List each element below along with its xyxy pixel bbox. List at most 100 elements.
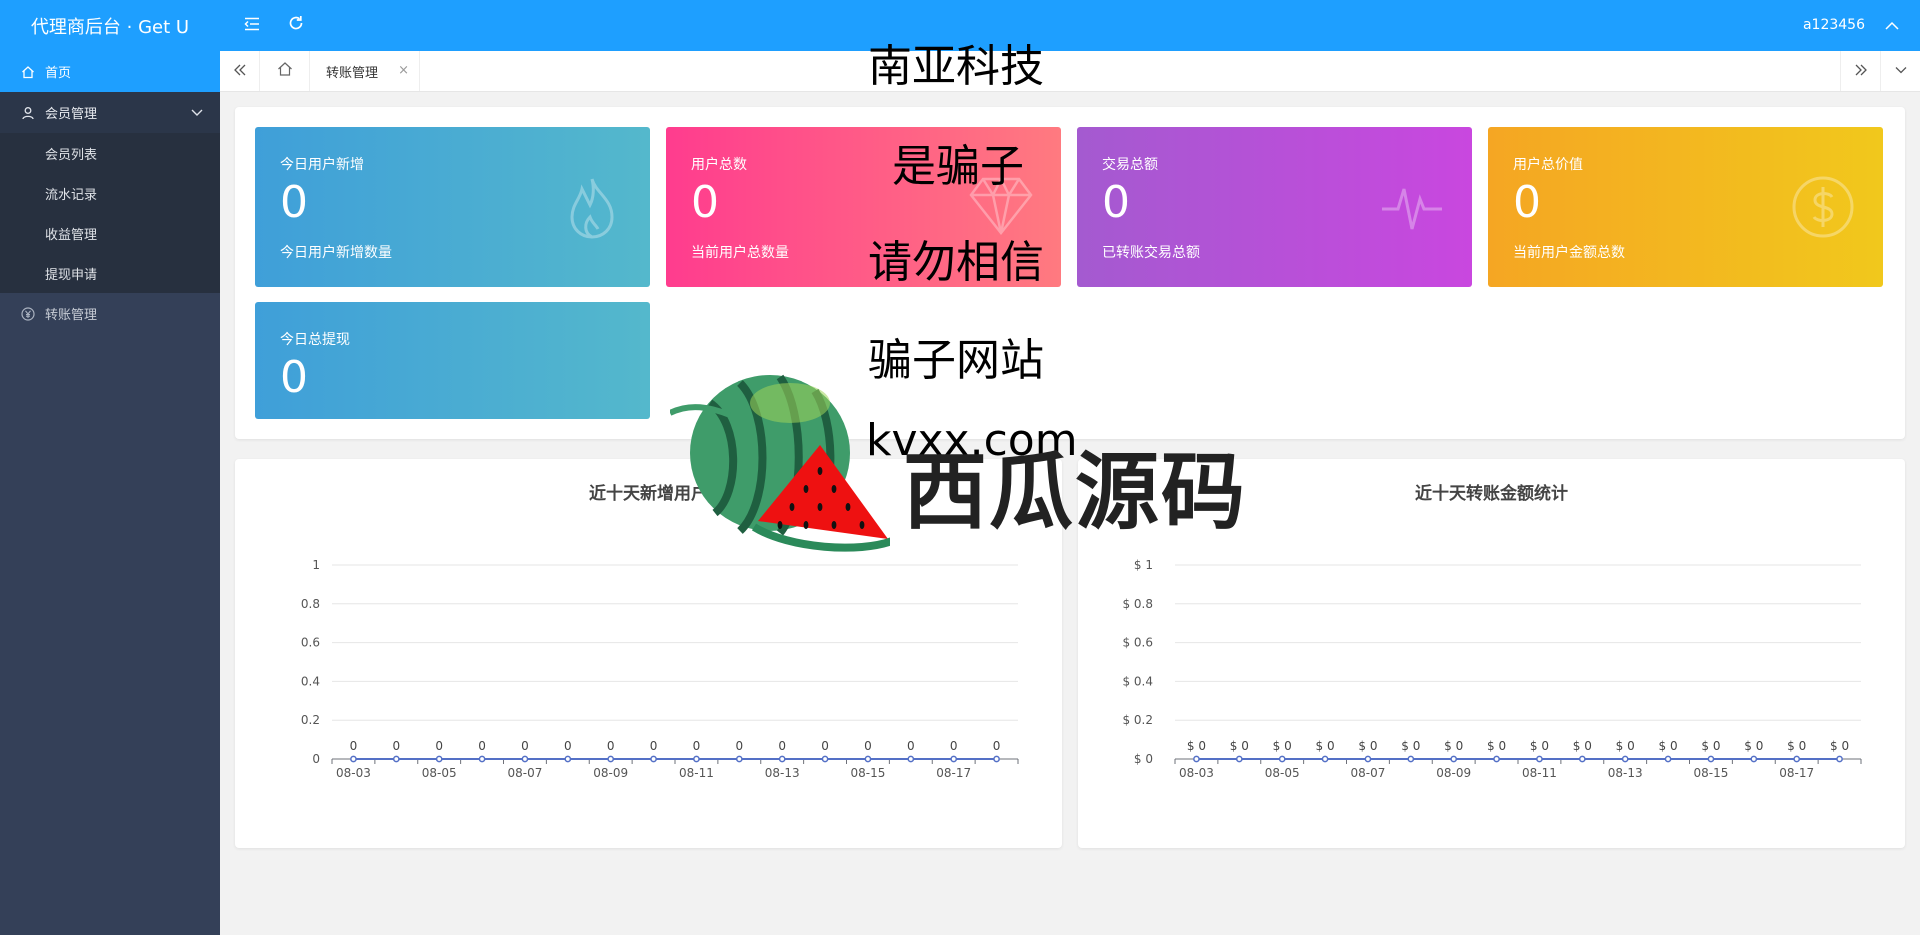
x-tick-label: 08-15: [851, 766, 886, 780]
data-label: 0: [735, 739, 743, 753]
data-point: [1707, 755, 1715, 763]
data-label: 0: [993, 739, 1001, 753]
data-label: 0: [392, 739, 400, 753]
data-label: $ 0: [1401, 739, 1420, 753]
data-point: [1278, 755, 1286, 763]
refresh-button[interactable]: [284, 13, 308, 37]
tab-home[interactable]: [260, 51, 310, 91]
stat-value: 0: [280, 352, 308, 403]
chevron-up-icon[interactable]: [1884, 18, 1900, 37]
data-label: 0: [478, 739, 486, 753]
data-label: $ 0: [1573, 739, 1592, 753]
data-label: $ 0: [1230, 739, 1249, 753]
data-label: 0: [435, 739, 443, 753]
chevron-down-icon: [1894, 62, 1908, 81]
data-point: [950, 755, 958, 763]
data-label: 0: [650, 739, 658, 753]
data-label: $ 0: [1830, 739, 1849, 753]
data-point: [478, 755, 486, 763]
data-label: $ 0: [1358, 739, 1377, 753]
stat-subtitle: 今日用户新增数量: [280, 245, 392, 261]
data-label: $ 0: [1616, 739, 1635, 753]
chevron-down-icon: [190, 105, 204, 123]
sidebar-item-members[interactable]: 会员管理: [0, 92, 220, 133]
tabs-scroll-right-button[interactable]: [1840, 51, 1880, 91]
x-tick-label: 08-11: [679, 766, 714, 780]
stat-subtitle: 当前用户金额总数: [1513, 245, 1625, 261]
stats-panel: 今日用户新增 0 今日用户新增数量 用户总数 0 当前用户总数量 交易总额 0 …: [235, 107, 1905, 439]
yen-icon: [20, 306, 36, 322]
y-tick-label: 0.4: [301, 674, 320, 688]
data-point: [1793, 755, 1801, 763]
stat-label: 交易总额: [1102, 157, 1158, 173]
x-tick-label: 08-07: [1351, 766, 1386, 780]
stat-card-transaction-total: 交易总额 0 已转账交易总额: [1077, 127, 1472, 287]
data-label: $ 0: [1701, 739, 1720, 753]
sidebar-subitem-member-list[interactable]: 会员列表: [0, 133, 220, 173]
data-label: $ 0: [1316, 739, 1335, 753]
tabs-scroll-left-button[interactable]: [220, 51, 260, 91]
y-tick-label: $ 0.6: [1122, 636, 1153, 650]
tab-label: 转账管理: [326, 65, 379, 81]
data-point: [1536, 755, 1543, 763]
data-point: [821, 755, 829, 763]
data-label: 0: [950, 739, 958, 753]
data-point: [1450, 755, 1458, 763]
data-point: [1664, 755, 1672, 763]
data-point: [435, 755, 443, 763]
data-point: [650, 755, 657, 763]
app-brand[interactable]: 代理商后台 · Get U: [0, 0, 220, 51]
y-tick-label: $ 0.4: [1122, 674, 1153, 688]
home-icon: [277, 61, 293, 81]
y-tick-label: $ 0.8: [1122, 597, 1153, 611]
sidebar-item-label: 会员管理: [45, 107, 98, 122]
sidebar-subitem-flow-records[interactable]: 流水记录: [0, 173, 220, 213]
data-point: [1750, 755, 1758, 763]
stat-label: 今日用户新增: [280, 157, 364, 173]
stat-subtitle: 已转账交易总额: [1102, 245, 1200, 261]
data-point: [993, 755, 1000, 763]
data-point: [864, 755, 872, 763]
x-tick-label: 08-05: [422, 766, 457, 780]
sidebar: 代理商后台 · Get U 首页 会员管理 会员列表 流水记录 收益管理 提现申…: [0, 0, 220, 935]
stat-subtitle: 当前用户总数量: [691, 245, 789, 261]
sidebar-item-label: 首页: [45, 66, 72, 81]
sidebar-subitem-earnings[interactable]: 收益管理: [0, 213, 220, 253]
home-icon: [20, 64, 36, 80]
data-label: $ 0: [1273, 739, 1292, 753]
double-chevron-left-icon: [233, 62, 247, 81]
data-label: $ 0: [1487, 739, 1506, 753]
y-tick-label: 0: [312, 752, 320, 766]
sidebar-item-transfers[interactable]: 转账管理: [0, 293, 220, 334]
menu-toggle-button[interactable]: [240, 13, 264, 37]
x-tick-label: 08-09: [593, 766, 628, 780]
y-tick-label: $ 1: [1134, 558, 1153, 572]
data-label: 0: [693, 739, 701, 753]
sidebar-subitem-withdrawals[interactable]: 提现申请: [0, 253, 220, 293]
x-tick-label: 08-13: [765, 766, 800, 780]
x-tick-label: 08-07: [508, 766, 543, 780]
x-tick-label: 08-03: [1179, 766, 1214, 780]
data-label: $ 0: [1444, 739, 1463, 753]
watermark-logo-text: 西瓜源码: [903, 443, 1248, 541]
data-label: $ 0: [1659, 739, 1678, 753]
data-point: [350, 755, 357, 763]
stat-value: 0: [691, 177, 719, 228]
user-menu[interactable]: a123456: [1803, 17, 1865, 33]
stat-value: 0: [1513, 177, 1541, 228]
data-point: [1407, 755, 1415, 763]
data-point: [778, 755, 786, 763]
y-tick-label: $ 0: [1134, 752, 1153, 766]
data-point: [564, 755, 572, 763]
data-point: [1364, 755, 1372, 763]
data-point: [907, 755, 915, 763]
data-label: 0: [607, 739, 615, 753]
sidebar-item-home[interactable]: 首页: [0, 51, 220, 92]
tab-transfers[interactable]: 转账管理 ×: [310, 51, 420, 91]
close-icon[interactable]: ×: [398, 63, 409, 78]
data-label: 0: [778, 739, 786, 753]
data-point: [1193, 755, 1200, 763]
y-tick-label: 0.2: [301, 713, 320, 727]
data-label: $ 0: [1530, 739, 1549, 753]
tabs-menu-button[interactable]: [1880, 51, 1920, 91]
